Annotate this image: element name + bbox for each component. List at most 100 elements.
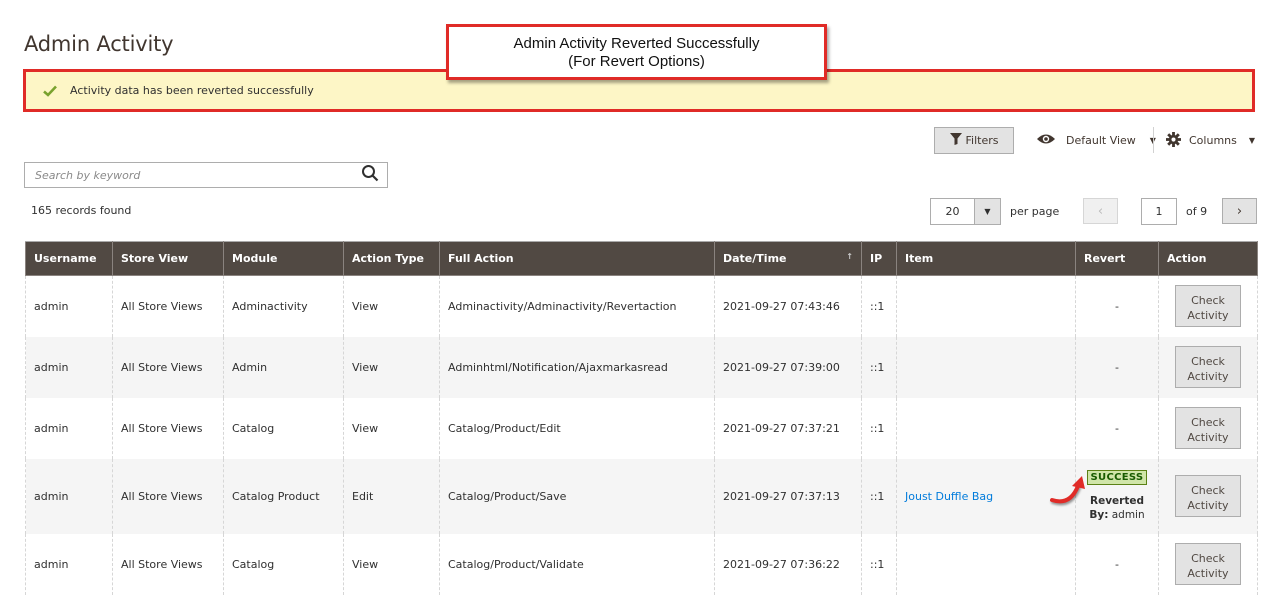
table-row: admin All Store Views Adminactivity View… — [25, 275, 1258, 337]
cell-item — [896, 336, 1076, 398]
cell-action-type: View — [343, 397, 440, 459]
columns-label: Columns — [1189, 134, 1237, 147]
column-header-store-view[interactable]: Store View — [112, 241, 224, 276]
button-line-2: Activity — [1187, 370, 1229, 383]
cell-username: admin — [25, 336, 113, 398]
cell-item — [896, 397, 1076, 459]
button-line-1: Check — [1191, 416, 1225, 429]
chevron-left-icon: ‹ — [1097, 203, 1104, 219]
per-page-select[interactable]: 20 ▼ — [930, 198, 1001, 225]
cell-store-view: All Store Views — [112, 275, 224, 337]
view-selector[interactable]: Default View ▼ — [1036, 127, 1156, 154]
view-label: Default View — [1066, 134, 1136, 147]
button-line-1: Check — [1191, 294, 1225, 308]
cell-item — [896, 275, 1076, 337]
per-page-label: per page — [1010, 205, 1060, 218]
column-header-item[interactable]: Item — [896, 241, 1076, 276]
column-header-action: Action — [1158, 241, 1258, 276]
cell-username: admin — [25, 275, 113, 337]
column-header-username[interactable]: Username — [25, 241, 113, 276]
page-number-input[interactable] — [1141, 198, 1177, 225]
check-activity-button[interactable]: Check Activity — [1175, 407, 1241, 449]
cell-revert: - — [1075, 397, 1159, 459]
cell-module: Admin — [223, 336, 344, 398]
datetime-header-label: Date/Time — [723, 252, 787, 265]
check-activity-button[interactable]: Check Activity — [1175, 475, 1241, 517]
columns-selector[interactable]: Columns ▼ — [1166, 127, 1255, 154]
filters-button[interactable]: Filters — [934, 127, 1014, 154]
search-field[interactable] — [24, 162, 388, 188]
sort-arrow-icon: ↑ — [846, 252, 853, 261]
prev-page-button[interactable]: ‹ — [1083, 198, 1118, 224]
filters-label: Filters — [965, 134, 999, 147]
page-title: Admin Activity — [24, 32, 174, 57]
cell-action: Check Activity — [1158, 397, 1258, 459]
cell-action-type: View — [343, 275, 440, 337]
cell-revert: - — [1075, 533, 1159, 595]
records-count: 165 records found — [31, 204, 132, 217]
search-icon[interactable] — [361, 164, 379, 186]
cell-full-action: Catalog/Product/Edit — [439, 397, 715, 459]
cell-revert: - — [1075, 336, 1159, 398]
cell-full-action: Catalog/Product/Validate — [439, 533, 715, 595]
cell-action-type: View — [343, 533, 440, 595]
cell-datetime: 2021-09-27 07:37:13 — [714, 458, 862, 534]
cell-datetime: 2021-09-27 07:37:21 — [714, 397, 862, 459]
checkmark-icon — [42, 83, 58, 99]
cell-ip: ::1 — [861, 275, 897, 337]
gear-icon — [1166, 131, 1181, 150]
cell-item — [896, 533, 1076, 595]
chevron-down-icon[interactable]: ▼ — [974, 199, 1000, 224]
button-line-1: Check — [1191, 355, 1225, 368]
cell-ip: ::1 — [861, 458, 897, 534]
cell-module: Adminactivity — [223, 275, 344, 337]
table-row: admin All Store Views Catalog View Catal… — [25, 397, 1258, 459]
next-page-button[interactable]: › — [1222, 198, 1257, 224]
cell-store-view: All Store Views — [112, 336, 224, 398]
message-text: Activity data has been reverted successf… — [70, 84, 314, 97]
cell-username: admin — [25, 533, 113, 595]
cell-action: Check Activity — [1158, 458, 1258, 534]
check-activity-button[interactable]: Check Activity — [1175, 346, 1241, 388]
cell-datetime: 2021-09-27 07:43:46 — [714, 275, 862, 337]
button-line-1: Check — [1191, 484, 1225, 497]
column-header-action-type[interactable]: Action Type — [343, 241, 440, 276]
annotation-callout: Admin Activity Reverted Successfully (Fo… — [446, 24, 827, 80]
column-header-datetime[interactable]: Date/Time ↑ — [714, 241, 862, 276]
cell-action: Check Activity — [1158, 275, 1258, 337]
success-badge: SUCCESS — [1086, 470, 1148, 485]
cell-store-view: All Store Views — [112, 458, 224, 534]
cell-ip: ::1 — [861, 533, 897, 595]
check-activity-button[interactable]: Check Activity — [1175, 285, 1241, 328]
column-header-ip[interactable]: IP — [861, 241, 897, 276]
cell-full-action: Catalog/Product/Save — [439, 458, 715, 534]
cell-action: Check Activity — [1158, 336, 1258, 398]
button-line-2: Activity — [1187, 499, 1229, 512]
column-header-revert[interactable]: Revert — [1075, 241, 1159, 276]
annotation-line-1: Admin Activity Reverted Successfully — [513, 35, 760, 52]
cell-full-action: Adminactivity/Adminactivity/Revertaction — [439, 275, 715, 337]
button-line-2: Activity — [1187, 309, 1229, 323]
column-header-full-action[interactable]: Full Action — [439, 241, 715, 276]
annotation-line-2: (For Revert Options) — [568, 53, 705, 70]
chevron-down-icon: ▼ — [1248, 136, 1256, 145]
grid-header-row: Username Store View Module Action Type F… — [25, 241, 1258, 276]
cell-username: admin — [25, 458, 113, 534]
button-line-1: Check — [1191, 552, 1225, 565]
cell-username: admin — [25, 397, 113, 459]
reverted-by-label: By: — [1089, 509, 1109, 521]
cell-module: Catalog Product — [223, 458, 344, 534]
cell-store-view: All Store Views — [112, 533, 224, 595]
check-activity-button[interactable]: Check Activity — [1175, 543, 1241, 585]
column-header-module[interactable]: Module — [223, 241, 344, 276]
cell-store-view: All Store Views — [112, 397, 224, 459]
cell-action-type: View — [343, 336, 440, 398]
cell-full-action: Adminhtml/Notification/Ajaxmarkasread — [439, 336, 715, 398]
cell-action: Check Activity — [1158, 533, 1258, 595]
item-link[interactable]: Joust Duffle Bag — [905, 490, 993, 503]
cell-ip: ::1 — [861, 397, 897, 459]
search-input[interactable] — [33, 167, 361, 183]
page-total: of 9 — [1186, 205, 1208, 218]
funnel-icon — [949, 133, 962, 148]
reverted-by-info: Reverted By: admin — [1084, 494, 1150, 522]
